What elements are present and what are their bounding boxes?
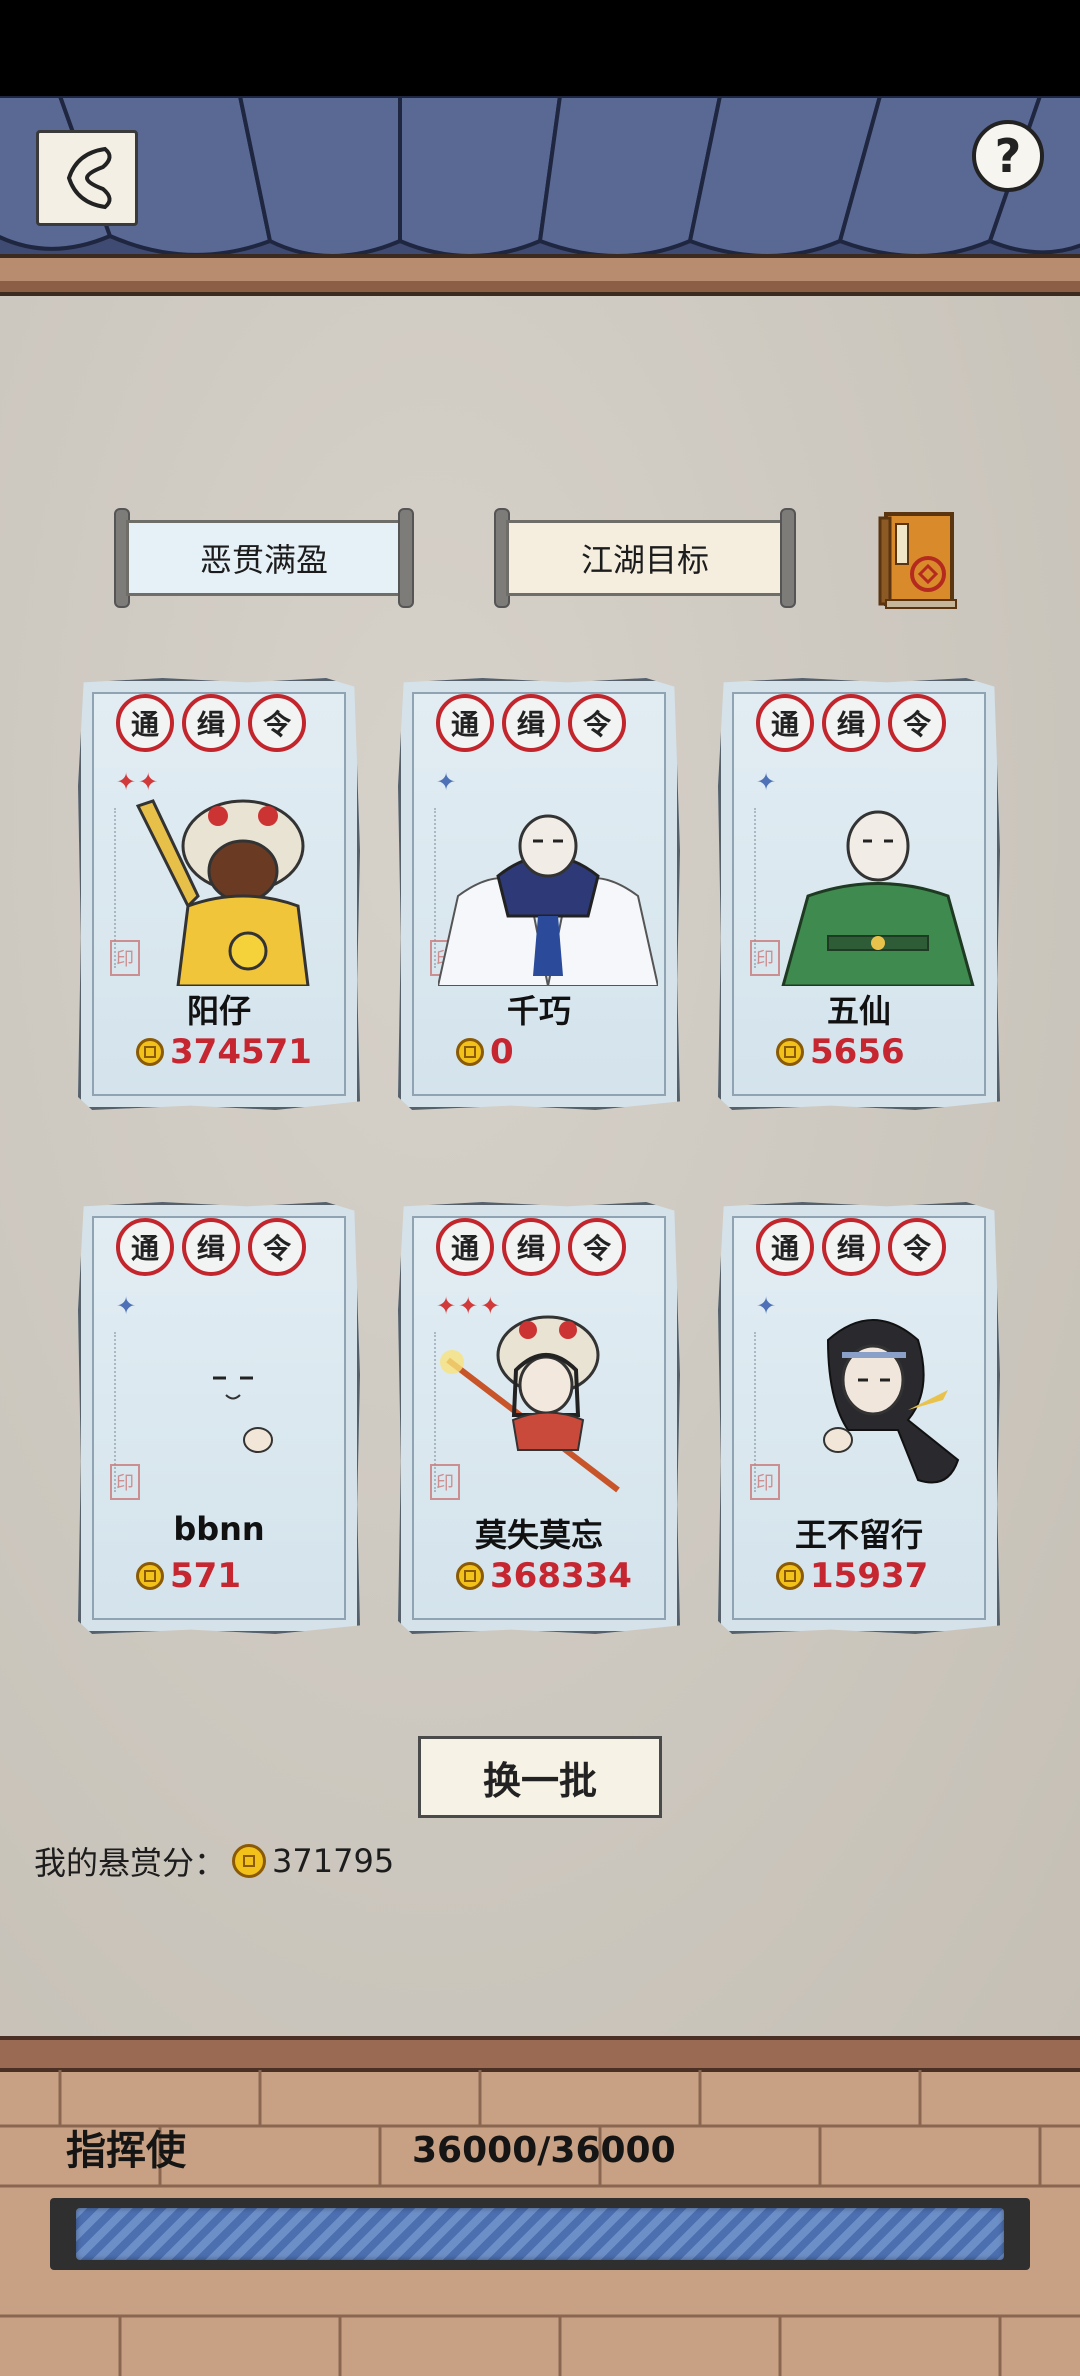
tab-label: 恶贯满盈 [199, 541, 328, 579]
wanted-badge: 缉 [502, 1218, 560, 1276]
progress-fill [76, 2208, 1004, 2260]
bounty-score: 0 [456, 1032, 514, 1072]
coin-icon [456, 1038, 484, 1066]
character-portrait [823, 1319, 960, 1484]
wanted-badge: 通 [436, 1218, 494, 1276]
wanted-badge: 令 [248, 1218, 306, 1276]
progress-bar [50, 2198, 1030, 2270]
wanted-badge: 缉 [502, 694, 560, 752]
rank-title: 指挥使 [66, 2128, 186, 2174]
my-score-label: 我的悬赏分： [34, 1844, 227, 1882]
character-portrait [440, 1315, 620, 1493]
character-portrait [135, 799, 310, 986]
tab-label: 江湖目标 [580, 541, 709, 579]
wanted-badge: 通 [116, 694, 174, 752]
wanted-badge: 通 [436, 694, 494, 752]
my-score-value: 371795 [272, 1842, 395, 1880]
bounty-score: 571 [136, 1556, 241, 1596]
wanted-badge: 令 [568, 1218, 626, 1276]
wanted-card[interactable]: 通 缉 令 ✦ 印 王不留行 15937 [718, 1202, 1000, 1634]
character-portrait [781, 810, 975, 986]
wanted-badge: 缉 [822, 1218, 880, 1276]
wanted-badge: 令 [568, 694, 626, 752]
wanted-badge: 通 [756, 1218, 814, 1276]
player-name: bbnn [173, 1510, 265, 1548]
wanted-badge: 令 [888, 1218, 946, 1276]
status-bar [0, 0, 1080, 96]
character-portrait [213, 1376, 273, 1453]
player-name: 五仙 [826, 992, 891, 1030]
help-button[interactable]: ? [972, 120, 1044, 192]
wanted-badge: 令 [888, 694, 946, 752]
my-bounty-score: 我的悬赏分： 371795 [34, 1838, 394, 1884]
refresh-button[interactable]: 换一批 [418, 1736, 662, 1818]
wanted-badge: 通 [116, 1218, 174, 1276]
bounty-score: 5656 [776, 1032, 905, 1072]
player-name: 阳仔 [186, 992, 251, 1030]
wanted-badge: 缉 [182, 694, 240, 752]
coin-icon [776, 1038, 804, 1066]
tab-jianghu-targets[interactable]: 江湖目标 [494, 508, 796, 608]
coin-icon [232, 1844, 267, 1878]
coin-icon [776, 1562, 804, 1590]
progress-text: 36000/36000 [412, 2130, 676, 2171]
wanted-card[interactable]: 通 缉 令 ✦ 印 千巧 0 [398, 678, 680, 1110]
wanted-card[interactable]: 通 缉 令 ✦✦ 印 阳仔 374571 [78, 678, 360, 1110]
player-name: 千巧 [506, 992, 571, 1030]
awning-roof [0, 96, 1080, 296]
coin-icon [456, 1562, 484, 1590]
help-icon: ? [994, 129, 1022, 183]
bounty-score: 368334 [456, 1556, 632, 1596]
back-button[interactable] [36, 130, 138, 226]
tab-notorious[interactable]: 恶贯满盈 [114, 508, 414, 608]
bounty-score: 15937 [776, 1556, 928, 1596]
wanted-card[interactable]: 通 缉 令 ✦ 印 五仙 5656 [718, 678, 1000, 1110]
coin-icon [136, 1562, 164, 1590]
bounty-score: 374571 [136, 1032, 312, 1072]
wanted-badge: 缉 [182, 1218, 240, 1276]
wanted-card[interactable]: 通 缉 令 ✦✦✦ 印 莫失莫忘 368334 [398, 1202, 680, 1634]
wanted-card[interactable]: 通 缉 令 ✦ 印 bbnn 571 [78, 1202, 360, 1634]
player-name: 莫失莫忘 [474, 1516, 603, 1554]
player-name: 王不留行 [794, 1516, 923, 1554]
wanted-badge: 令 [248, 694, 306, 752]
back-arrow-icon [66, 146, 112, 210]
wanted-badge: 通 [756, 694, 814, 752]
character-portrait [438, 814, 658, 986]
coin-icon [136, 1038, 164, 1066]
wanted-book-icon[interactable] [876, 508, 960, 612]
wanted-badge: 缉 [822, 694, 880, 752]
